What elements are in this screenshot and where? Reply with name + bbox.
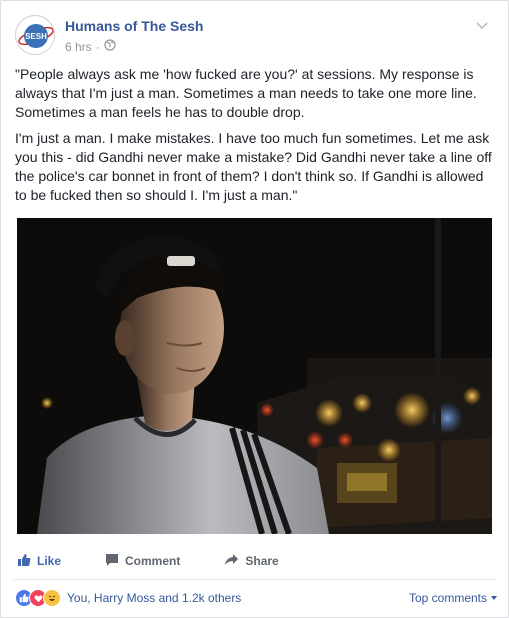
page-avatar[interactable]: SESH	[15, 15, 55, 55]
post-header: SESH Humans of The Sesh 6 hrs ·	[15, 15, 496, 59]
post-paragraph: I'm just a man. I make mistakes. I have …	[15, 130, 492, 203]
reaction-icons[interactable]	[15, 589, 61, 607]
timestamp[interactable]: 6 hrs	[65, 40, 92, 54]
top-comments-label: Top comments	[408, 591, 487, 605]
post-paragraph: "People always ask me 'how fucked are yo…	[15, 66, 477, 120]
comment-icon	[105, 553, 119, 570]
post-photo[interactable]	[17, 218, 492, 534]
sesh-logo: SESH	[18, 18, 54, 54]
reactions-summary[interactable]: You, Harry Moss and 1.2k others	[67, 591, 241, 605]
post-body: "People always ask me 'how fucked are yo…	[15, 65, 497, 212]
like-button[interactable]: Like	[13, 549, 65, 574]
share-button[interactable]: Share	[220, 549, 282, 574]
meta-separator: ·	[95, 39, 100, 54]
share-label: Share	[245, 554, 279, 568]
night-portrait-image	[17, 218, 492, 534]
divider	[13, 579, 496, 580]
chevron-down-icon[interactable]	[474, 17, 490, 33]
haha-reaction-icon	[43, 589, 61, 607]
reactions-bar: You, Harry Moss and 1.2k others Top comm…	[15, 587, 498, 609]
thumbs-up-icon	[17, 553, 31, 570]
like-label: Like	[37, 554, 62, 568]
share-icon	[224, 553, 239, 570]
comment-button[interactable]: Comment	[101, 549, 184, 574]
post-actions: Like Comment Share	[13, 546, 496, 576]
top-comments-dropdown[interactable]: Top comments	[409, 591, 498, 605]
globe-icon[interactable]	[104, 39, 116, 54]
svg-text:SESH: SESH	[25, 32, 47, 41]
post-card: SESH Humans of The Sesh 6 hrs · "People …	[0, 0, 509, 618]
page-name-link[interactable]: Humans of The Sesh	[65, 18, 203, 34]
comment-label: Comment	[125, 554, 181, 568]
caret-down-icon	[490, 591, 498, 605]
post-meta: 6 hrs ·	[65, 39, 116, 54]
